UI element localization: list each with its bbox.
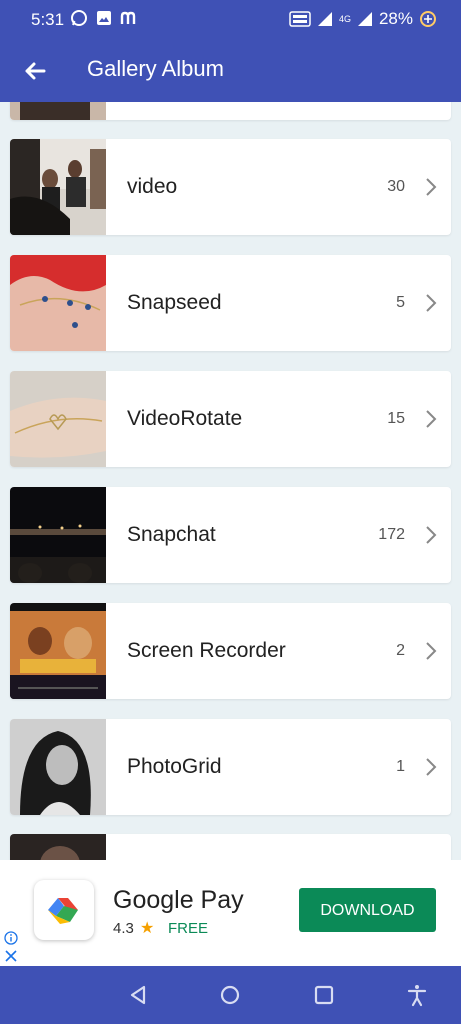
status-bar: 5:31 4G 28% bbox=[0, 0, 461, 40]
accessibility-icon[interactable] bbox=[405, 983, 429, 1007]
album-name: PhotoGrid bbox=[127, 755, 222, 778]
album-count: 5 bbox=[396, 294, 405, 311]
back-triangle-icon[interactable] bbox=[126, 983, 150, 1007]
status-time: 5:31 bbox=[31, 10, 65, 29]
album-name: Snapchat bbox=[127, 523, 216, 546]
ad-rating: 4.3 bbox=[113, 920, 134, 937]
image-icon bbox=[96, 10, 112, 26]
back-arrow-icon[interactable] bbox=[20, 56, 50, 86]
album-card-snapchat[interactable]: Snapchat 172 bbox=[10, 487, 451, 583]
album-card-screen-recorder[interactable]: Screen Recorder 2 bbox=[10, 603, 451, 699]
star-icon: ★ bbox=[140, 920, 155, 937]
close-icon[interactable] bbox=[4, 949, 18, 963]
system-nav-bar bbox=[0, 966, 461, 1024]
chevron-right-icon bbox=[421, 755, 441, 779]
ad-app-name[interactable]: Google Pay bbox=[113, 886, 244, 915]
google-pay-logo[interactable] bbox=[34, 880, 94, 940]
album-card-videorotate[interactable]: VideoRotate 15 bbox=[10, 371, 451, 467]
album-thumbnail bbox=[10, 487, 106, 583]
album-thumbnail bbox=[10, 719, 106, 815]
home-circle-icon[interactable] bbox=[218, 983, 242, 1007]
signal-icon bbox=[357, 11, 373, 27]
signal-icon bbox=[317, 11, 333, 27]
album-name: Snapseed bbox=[127, 291, 222, 314]
album-name: Screen Recorder bbox=[127, 639, 286, 662]
ad-price: FREE bbox=[168, 920, 209, 937]
info-icon[interactable] bbox=[4, 931, 18, 945]
page-title: Gallery Album bbox=[87, 56, 224, 81]
album-count: 172 bbox=[378, 526, 405, 543]
chevron-right-icon bbox=[421, 291, 441, 315]
album-card-partial[interactable] bbox=[10, 102, 451, 120]
album-count: 15 bbox=[387, 410, 405, 427]
album-count: 2 bbox=[396, 642, 405, 659]
chevron-right-icon bbox=[421, 407, 441, 431]
album-thumbnail bbox=[10, 102, 106, 120]
download-button[interactable]: DOWNLOAD bbox=[299, 888, 436, 932]
chevron-right-icon bbox=[421, 175, 441, 199]
battery-icon bbox=[419, 10, 437, 28]
volte-icon bbox=[289, 11, 311, 27]
chevron-right-icon bbox=[421, 523, 441, 547]
recents-square-icon[interactable] bbox=[312, 983, 336, 1007]
album-thumbnail bbox=[10, 371, 106, 467]
album-card-photogrid[interactable]: PhotoGrid 1 bbox=[10, 719, 451, 815]
album-name: video bbox=[127, 175, 178, 198]
album-card-video[interactable]: video 30 bbox=[10, 139, 451, 235]
album-thumbnail bbox=[10, 603, 106, 699]
album-thumbnail bbox=[10, 255, 106, 351]
battery-label: 28% bbox=[378, 9, 413, 28]
app-bar: Gallery Album bbox=[0, 40, 461, 102]
album-list[interactable]: video 30 Snapseed 5 VideoRotate 15 Snapc… bbox=[0, 102, 461, 860]
album-thumbnail bbox=[10, 139, 106, 235]
album-thumbnail bbox=[10, 834, 106, 860]
ad-banner[interactable]: Google Pay 4.3 ★ FREE DOWNLOAD bbox=[0, 860, 461, 966]
album-name: VideoRotate bbox=[127, 407, 243, 430]
chevron-right-icon bbox=[421, 639, 441, 663]
album-card-partial[interactable] bbox=[10, 834, 451, 860]
album-count: 30 bbox=[387, 178, 405, 195]
m-app-icon bbox=[120, 10, 138, 26]
whatsapp-icon bbox=[70, 9, 88, 27]
album-card-snapseed[interactable]: Snapseed 5 bbox=[10, 255, 451, 351]
album-count: 1 bbox=[396, 758, 405, 775]
network-label: 4G bbox=[338, 14, 351, 24]
